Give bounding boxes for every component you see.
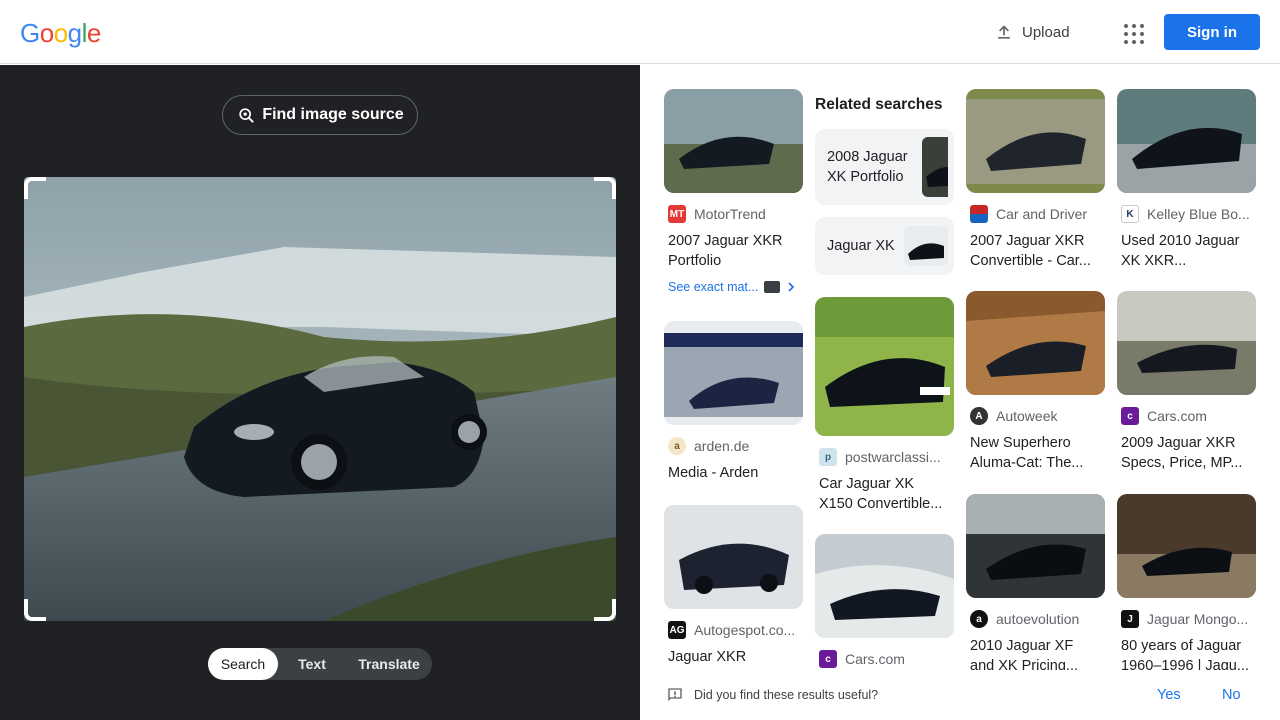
- top-header: Google Upload Sign in: [0, 0, 1280, 64]
- result-source: c Cars.com: [1121, 407, 1252, 425]
- result-thumbnail[interactable]: [1117, 89, 1256, 193]
- logo-letter: g: [67, 18, 82, 48]
- tab-text[interactable]: Text: [278, 648, 346, 680]
- result-source: A Autoweek: [970, 407, 1101, 425]
- result-thumbnail[interactable]: [815, 297, 954, 436]
- result-title[interactable]: 2007 Jaguar XKR Convertible - Car...: [970, 231, 1101, 271]
- result-source: Car and Driver: [970, 205, 1101, 223]
- feedback-no-button[interactable]: No: [1222, 687, 1241, 703]
- result-card[interactable]: K Kelley Blue Bo... Used 2010 Jaguar XK …: [1117, 89, 1256, 271]
- result-thumbnail[interactable]: [966, 494, 1105, 598]
- result-source: c Cars.com: [819, 650, 950, 668]
- result-card[interactable]: MT MotorTrend 2007 Jaguar XKR Portfolio: [664, 89, 803, 271]
- result-title[interactable]: 2010 Jaguar XF and XK Pricing...: [970, 636, 1101, 670]
- result-source: a arden.de: [668, 437, 799, 455]
- crop-handle-top-left[interactable]: [24, 177, 46, 199]
- feedback-yes-button[interactable]: Yes: [1157, 687, 1181, 703]
- result-title[interactable]: 2007 Jaguar XKR Portfolio: [668, 231, 799, 271]
- result-thumbnail[interactable]: [1117, 291, 1256, 395]
- result-title[interactable]: Jaguar XKR Convertible 2006 |: [668, 647, 799, 670]
- related-search-card[interactable]: 2008 Jaguar XK Portfolio: [815, 129, 954, 205]
- result-card[interactable]: Car and Driver 2007 Jaguar XKR Convertib…: [966, 89, 1105, 271]
- related-searches-heading: Related searches: [815, 96, 943, 113]
- exact-match-thumbnail-icon: [764, 281, 781, 293]
- crop-handle-top-right[interactable]: [594, 177, 616, 199]
- result-title[interactable]: Media - Arden: [668, 463, 799, 483]
- autoweek-favicon-icon: A: [970, 407, 988, 425]
- chevron-right-icon: [788, 282, 795, 292]
- result-source: MT MotorTrend: [668, 205, 766, 223]
- feedback-bar: Did you find these results useful? Yes N…: [640, 671, 1280, 720]
- logo-letter: o: [39, 18, 54, 48]
- google-logo[interactable]: Google: [20, 18, 101, 49]
- visual-matches-panel: MT MotorTrend 2007 Jaguar XKR Portfolio …: [640, 65, 1280, 670]
- query-image[interactable]: [24, 177, 616, 621]
- find-image-source-label: Find image source: [262, 106, 404, 123]
- car-and-driver-favicon-icon: [970, 205, 988, 223]
- arden-favicon-icon: a: [668, 437, 686, 455]
- jaguar-mongo-favicon-icon: J: [1121, 610, 1139, 628]
- result-thumbnail[interactable]: [815, 534, 954, 638]
- result-title[interactable]: Car Jaguar XK X150 Convertible...: [819, 474, 950, 514]
- lens-search-icon: [239, 108, 254, 123]
- related-search-thumbnail: [904, 226, 948, 266]
- result-title[interactable]: Used 2010 Jaguar XK XKR...: [1121, 231, 1252, 271]
- tab-translate[interactable]: Translate: [346, 648, 432, 680]
- see-exact-matches-link[interactable]: See exact mat...: [668, 280, 796, 294]
- related-search-thumbnail: [922, 137, 948, 197]
- result-source: K Kelley Blue Bo...: [1121, 205, 1252, 223]
- result-card[interactable]: p postwarclassi... Car Jaguar XK X150 Co…: [815, 297, 954, 514]
- cars-com-favicon-icon: c: [819, 650, 837, 668]
- upload-button[interactable]: Upload: [984, 14, 1080, 50]
- result-title[interactable]: New Superhero Aluma-Cat: The...: [970, 433, 1101, 473]
- result-card[interactable]: c Cars.com: [815, 534, 954, 668]
- result-source: a autoevolution: [970, 610, 1101, 628]
- result-card[interactable]: c Cars.com 2009 Jaguar XKR Specs, Price,…: [1117, 291, 1256, 473]
- feedback-icon: [668, 688, 682, 702]
- result-thumbnail[interactable]: [1117, 494, 1256, 598]
- related-search-label: Jaguar XK: [827, 238, 895, 254]
- result-thumbnail[interactable]: [966, 291, 1105, 395]
- autoevolution-favicon-icon: a: [970, 610, 988, 628]
- apps-grid-icon[interactable]: [1117, 17, 1147, 47]
- result-card[interactable]: AG Autogespot.co... Jaguar XKR Convertib…: [664, 505, 803, 670]
- result-source: AG Autogespot.co...: [668, 621, 796, 639]
- autogespot-favicon-icon: AG: [668, 621, 686, 639]
- find-image-source-button[interactable]: Find image source: [222, 95, 418, 135]
- result-source: J Jaguar Mongo...: [1121, 610, 1252, 628]
- logo-letter: o: [53, 18, 68, 48]
- result-thumbnail[interactable]: [664, 321, 803, 425]
- tab-search[interactable]: Search: [208, 648, 278, 680]
- result-title[interactable]: 80 years of Jaguar 1960–1996 | Jagu...: [1121, 636, 1252, 670]
- lens-mode-tabs: Search Text Translate: [208, 648, 432, 680]
- lens-image-panel: Find image source Search Text Translate: [0, 65, 640, 720]
- kelley-blue-book-favicon-icon: K: [1121, 205, 1139, 223]
- result-title[interactable]: 2009 Jaguar XKR Specs, Price, MP...: [1121, 433, 1252, 473]
- result-card[interactable]: J Jaguar Mongo... 80 years of Jaguar 196…: [1117, 494, 1256, 670]
- result-thumbnail[interactable]: [664, 505, 803, 609]
- sign-in-button[interactable]: Sign in: [1164, 14, 1260, 50]
- result-card[interactable]: a arden.de Media - Arden: [664, 321, 803, 483]
- result-card[interactable]: A Autoweek New Superhero Aluma-Cat: The.…: [966, 291, 1105, 473]
- logo-letter: G: [20, 18, 40, 48]
- crop-handle-bottom-right[interactable]: [594, 599, 616, 621]
- crop-handle-bottom-left[interactable]: [24, 599, 46, 621]
- postwarclassic-favicon-icon: p: [819, 448, 837, 466]
- motortrend-favicon-icon: MT: [668, 205, 686, 223]
- feedback-question: Did you find these results useful?: [694, 688, 879, 702]
- result-thumbnail[interactable]: [664, 89, 803, 193]
- result-thumbnail[interactable]: [966, 89, 1105, 193]
- related-search-label: 2008 Jaguar XK Portfolio: [827, 149, 908, 185]
- upload-label: Upload: [1022, 23, 1070, 41]
- result-card[interactable]: a autoevolution 2010 Jaguar XF and XK Pr…: [966, 494, 1105, 670]
- cars-com-favicon-icon: c: [1121, 407, 1139, 425]
- result-source: p postwarclassi...: [819, 448, 950, 466]
- related-search-card[interactable]: Jaguar XK: [815, 217, 954, 275]
- logo-letter: e: [86, 18, 101, 48]
- see-exact-matches-label: See exact mat...: [668, 280, 759, 294]
- upload-icon: [998, 25, 1010, 39]
